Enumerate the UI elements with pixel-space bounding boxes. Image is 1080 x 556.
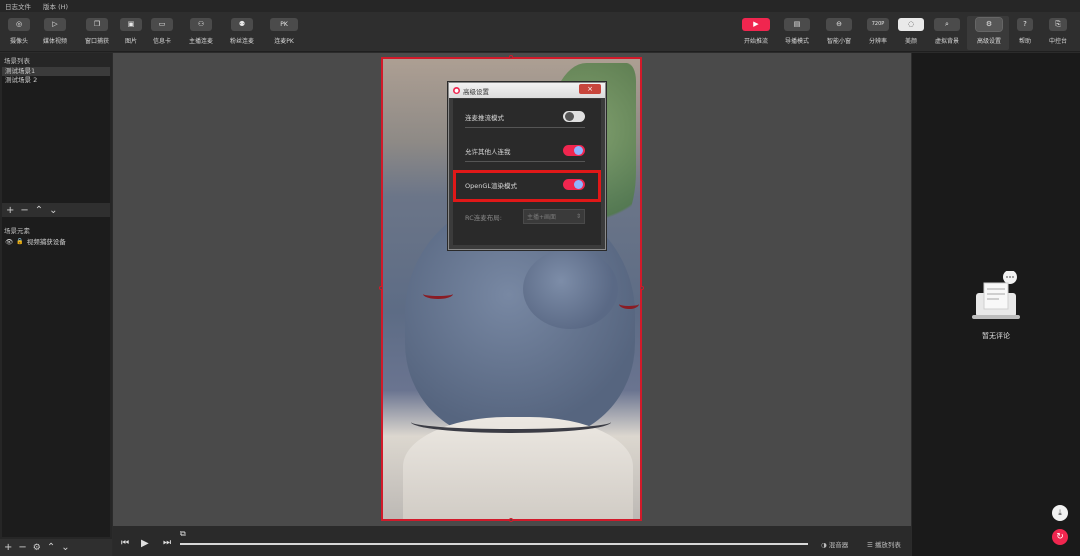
previous-icon[interactable]: ⏮	[121, 538, 129, 548]
element-controls: + − ⚙ ⌃ ⌄	[0, 539, 112, 556]
divider	[465, 127, 585, 128]
gear-icon[interactable]: ⚙	[33, 543, 41, 553]
media-video-button[interactable]: ▷ 媒体视频	[35, 18, 75, 45]
gear-icon: ⚙	[975, 17, 1003, 32]
option-label: 连麦推流模式	[465, 113, 504, 122]
search-icon: ⌕	[934, 18, 960, 31]
advanced-settings-button[interactable]: ⚙ 高级设置	[969, 17, 1009, 45]
chevron-down-icon[interactable]: ⌄	[61, 542, 69, 553]
option-label: 允许其他人连我	[465, 147, 511, 156]
add-icon[interactable]: +	[4, 542, 12, 553]
menubar: 日志文件 版本 (H)	[0, 0, 1080, 12]
progress-bar[interactable]	[180, 543, 808, 545]
option-row: 连麦推流模式	[465, 111, 585, 122]
advanced-settings-dialog: ● 高级设置 × 连麦推流模式 允许其他人连我 OpenGL渲染模式 RC连麦布…	[448, 82, 606, 250]
scene-elements-title: 场景元素	[4, 227, 30, 235]
smart-window-button[interactable]: ⊖ 智能小窗	[819, 18, 859, 45]
play-icon[interactable]: ▶	[141, 538, 149, 549]
resize-handle[interactable]	[640, 286, 644, 290]
director-mode-button[interactable]: ▤ 导播模式	[777, 18, 817, 45]
layout-select[interactable]: 主播+画面 ⇕	[523, 209, 585, 224]
exit-icon: ⎘	[1049, 18, 1067, 31]
beauty-button[interactable]: ◌ 美颜	[891, 18, 931, 45]
play-icon: ▶	[742, 18, 770, 31]
app-logo-icon: ●	[453, 87, 460, 94]
mixer-button[interactable]: ◑ 混音器	[821, 539, 848, 549]
playback-bar: ⧉ ⏮ ▶ ⏭ ◑ 混音器 ☰ 播放列表	[113, 526, 911, 556]
users-icon: ⚉	[231, 18, 253, 31]
scene-item[interactable]: 测试场景1	[2, 67, 110, 76]
window-icon: ❐	[86, 18, 108, 31]
plush-eye	[423, 289, 453, 299]
option-row: 允许其他人连我	[465, 145, 585, 156]
toggle-switch[interactable]	[563, 111, 585, 122]
user-icon: ⚇	[190, 18, 212, 31]
card-icon: ▭	[151, 18, 173, 31]
resize-handle[interactable]	[509, 518, 513, 522]
dialog-title: 高级设置	[463, 87, 489, 96]
chevron-up-icon[interactable]: ⌃	[47, 542, 55, 553]
eye-icon[interactable]: 👁	[5, 237, 13, 247]
control-center-button[interactable]: ⎘ 中控台	[1038, 18, 1078, 45]
remove-icon[interactable]: −	[20, 205, 28, 216]
toolbar: ◎ 摄像头 ▷ 媒体视频 ❐ 窗口捕获 ▣ 图片 ▭ 信息卡 ⚇ 主播连麦 ⚉ …	[0, 12, 1080, 52]
empty-comment-icon	[972, 271, 1020, 319]
plush-snout	[523, 249, 618, 329]
download-icon[interactable]: ⤓	[1052, 505, 1068, 521]
virtual-background-button[interactable]: ⌕ 虚拟背景	[927, 18, 967, 45]
comments-panel: 暂无评论 ⤓ ↻	[912, 53, 1080, 556]
remove-icon[interactable]: −	[18, 542, 26, 553]
chevron-down-icon[interactable]: ⌄	[49, 205, 57, 216]
connect-pk-button[interactable]: PK 连麦PK	[264, 18, 304, 45]
layout-label: RC连麦布局:	[465, 213, 502, 222]
camera-icon: ◎	[8, 18, 30, 31]
empty-comments-text: 暂无评论	[982, 332, 1010, 340]
resize-handle[interactable]	[379, 286, 383, 290]
start-stream-button[interactable]: ▶ 开始推流	[736, 18, 776, 45]
toggle-switch[interactable]	[563, 145, 585, 156]
plush-mouth	[411, 411, 611, 433]
playlist-button[interactable]: ☰ 播放列表	[867, 539, 901, 549]
resize-handle[interactable]	[509, 55, 513, 59]
info-card-button[interactable]: ▭ 信息卡	[142, 18, 182, 45]
divider	[465, 161, 585, 162]
menu-log-file[interactable]: 日志文件	[5, 1, 31, 11]
scene-controls: + − ⌃ ⌄	[2, 203, 110, 217]
chevron-updown-icon: ⇕	[575, 213, 581, 220]
highlight-box	[453, 170, 601, 202]
play-icon: ▷	[44, 18, 66, 31]
list-item[interactable]: 👁 🔒 视频捕获设备	[2, 237, 110, 247]
caption-icon[interactable]: ⧉	[180, 529, 186, 539]
beauty-icon: ◌	[898, 18, 924, 31]
scene-elements-list: 👁 🔒 视频捕获设备	[2, 237, 110, 537]
layout-row: RC连麦布局: 主播+画面 ⇕	[465, 209, 585, 224]
scene-list-title: 场景列表	[4, 57, 30, 65]
lock-icon[interactable]: 🔒	[16, 237, 23, 247]
host-connect-button[interactable]: ⚇ 主播连麦	[181, 18, 221, 45]
fan-connect-button[interactable]: ⚉ 粉丝连麦	[222, 18, 262, 45]
resolution-icon: 720P	[867, 18, 889, 31]
left-panel: 场景列表 测试场景1 测试场景 2 + − ⌃ ⌄ 场景元素 👁 🔒 视频捕获设…	[0, 53, 112, 556]
help-icon: ?	[1017, 18, 1033, 31]
window-minus-icon: ⊖	[826, 18, 852, 31]
layout-icon: ▤	[784, 18, 810, 31]
menu-version[interactable]: 版本 (H)	[43, 1, 68, 11]
chevron-up-icon[interactable]: ⌃	[35, 205, 43, 216]
camera-button[interactable]: ◎ 摄像头	[0, 18, 39, 45]
next-icon[interactable]: ⏭	[163, 538, 171, 548]
pk-icon: PK	[270, 18, 298, 31]
add-icon[interactable]: +	[6, 205, 14, 216]
image-icon: ▣	[120, 18, 142, 31]
close-button[interactable]: ×	[579, 84, 601, 94]
scene-item[interactable]: 测试场景 2	[2, 76, 110, 85]
refresh-icon[interactable]: ↻	[1052, 529, 1068, 545]
plush-eye	[619, 299, 639, 309]
